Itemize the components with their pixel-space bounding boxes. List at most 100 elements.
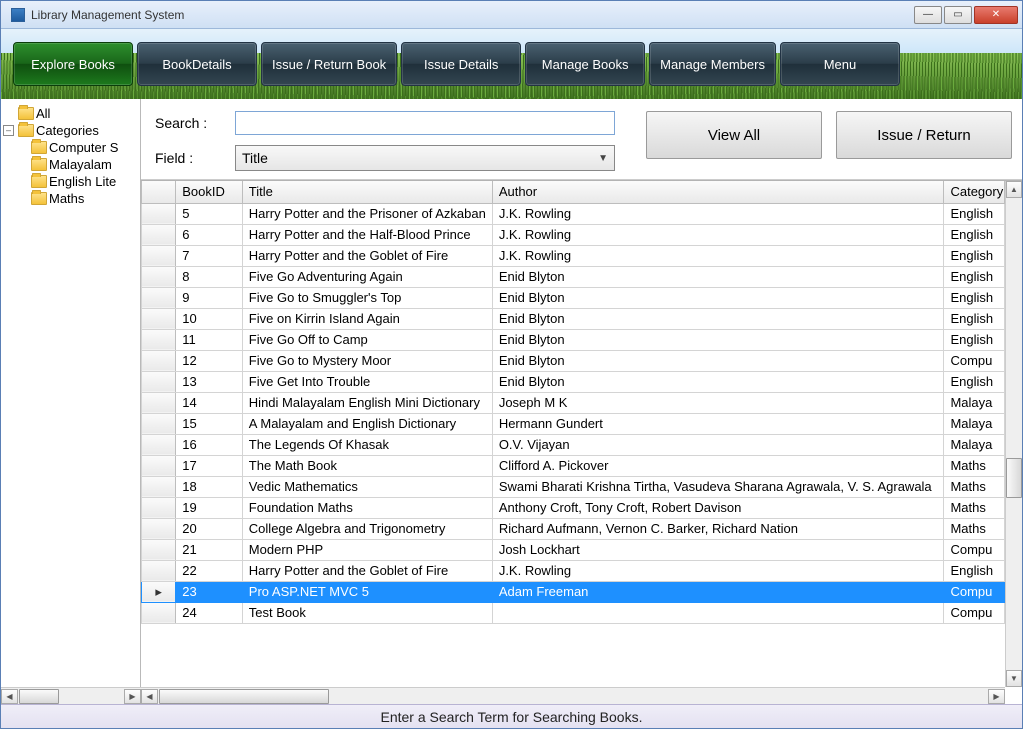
table-row[interactable]: 13Five Get Into TroubleEnid BlytonEnglis… bbox=[142, 371, 1005, 392]
cell-author: Enid Blyton bbox=[492, 371, 944, 392]
nav-menu[interactable]: Menu bbox=[780, 42, 900, 86]
column-header[interactable]: Category bbox=[944, 181, 1005, 203]
cell-title: A Malayalam and English Dictionary bbox=[242, 413, 492, 434]
table-row[interactable]: 9Five Go to Smuggler's TopEnid BlytonEng… bbox=[142, 287, 1005, 308]
table-row[interactable]: 20College Algebra and TrigonometryRichar… bbox=[142, 518, 1005, 539]
search-panel: Search : Field : Title ▼ View All Issue … bbox=[141, 99, 1022, 180]
cell-title: Five Go to Mystery Moor bbox=[242, 350, 492, 371]
view-all-button[interactable]: View All bbox=[646, 111, 822, 159]
cell-author: Joseph M K bbox=[492, 392, 944, 413]
cell-category: English bbox=[944, 560, 1005, 581]
cell-category: English bbox=[944, 266, 1005, 287]
table-row[interactable]: 12Five Go to Mystery MoorEnid BlytonComp… bbox=[142, 350, 1005, 371]
cell-category: English bbox=[944, 224, 1005, 245]
cell-category: Compu bbox=[944, 539, 1005, 560]
nav-issue-details[interactable]: Issue Details bbox=[401, 42, 521, 86]
table-row[interactable]: 7Harry Potter and the Goblet of FireJ.K.… bbox=[142, 245, 1005, 266]
tree-item[interactable]: Malayalam bbox=[3, 156, 138, 173]
scroll-right-icon[interactable]: ▶ bbox=[124, 689, 141, 704]
close-button[interactable]: ✕ bbox=[974, 6, 1018, 24]
table-row[interactable]: 24Test BookCompu bbox=[142, 602, 1005, 623]
scroll-down-icon[interactable]: ▼ bbox=[1006, 670, 1022, 687]
scroll-up-icon[interactable]: ▲ bbox=[1006, 181, 1022, 198]
scroll-left-icon[interactable]: ◀ bbox=[141, 689, 158, 704]
tree-item[interactable]: Computer S bbox=[3, 139, 138, 156]
titlebar: Library Management System — ▭ ✕ bbox=[1, 1, 1022, 29]
column-header[interactable]: Title bbox=[242, 181, 492, 203]
cell-bookid: 8 bbox=[176, 266, 243, 287]
cell-author: O.V. Vijayan bbox=[492, 434, 944, 455]
tree-label: Categories bbox=[36, 123, 99, 138]
grid-hscrollbar[interactable]: ◀ ▶ bbox=[141, 687, 1005, 704]
scroll-thumb[interactable] bbox=[159, 689, 329, 704]
scroll-right-icon[interactable]: ▶ bbox=[988, 689, 1005, 704]
cell-category: Compu bbox=[944, 350, 1005, 371]
row-header bbox=[142, 245, 176, 266]
tree-item[interactable]: English Lite bbox=[3, 173, 138, 190]
tree-item-all[interactable]: All bbox=[3, 105, 138, 122]
folder-icon bbox=[31, 175, 47, 188]
cell-title: Five Go to Smuggler's Top bbox=[242, 287, 492, 308]
table-row[interactable]: 19Foundation MathsAnthony Croft, Tony Cr… bbox=[142, 497, 1005, 518]
row-header bbox=[142, 497, 176, 518]
scroll-thumb[interactable] bbox=[19, 689, 59, 704]
table-row[interactable]: 22Harry Potter and the Goblet of FireJ.K… bbox=[142, 560, 1005, 581]
cell-title: Five Go Off to Camp bbox=[242, 329, 492, 350]
nav-manage-members[interactable]: Manage Members bbox=[649, 42, 776, 86]
cell-title: Foundation Maths bbox=[242, 497, 492, 518]
window-title: Library Management System bbox=[31, 8, 914, 22]
table-row[interactable]: 6Harry Potter and the Half-Blood PrinceJ… bbox=[142, 224, 1005, 245]
table-row[interactable]: 10Five on Kirrin Island AgainEnid Blyton… bbox=[142, 308, 1005, 329]
cell-title: Pro ASP.NET MVC 5 bbox=[242, 581, 492, 602]
cell-author: J.K. Rowling bbox=[492, 560, 944, 581]
table-row[interactable]: 15A Malayalam and English DictionaryHerm… bbox=[142, 413, 1005, 434]
search-input[interactable] bbox=[235, 111, 615, 135]
table-row[interactable]: 11Five Go Off to CampEnid BlytonEnglish bbox=[142, 329, 1005, 350]
collapse-icon[interactable]: – bbox=[3, 125, 14, 136]
grid-vscrollbar[interactable]: ▲ ▼ bbox=[1005, 181, 1022, 687]
cell-author: Enid Blyton bbox=[492, 287, 944, 308]
scroll-thumb[interactable] bbox=[1006, 458, 1022, 498]
column-header[interactable]: BookID bbox=[176, 181, 243, 203]
table-row[interactable]: 17The Math BookClifford A. PickoverMaths bbox=[142, 455, 1005, 476]
cell-bookid: 5 bbox=[176, 203, 243, 224]
cell-bookid: 10 bbox=[176, 308, 243, 329]
tree-item-categories[interactable]: – Categories bbox=[3, 122, 138, 139]
column-header[interactable]: Author bbox=[492, 181, 944, 203]
row-header bbox=[142, 392, 176, 413]
nav-issue-return-book[interactable]: Issue / Return Book bbox=[261, 42, 397, 86]
cell-category: Compu bbox=[944, 581, 1005, 602]
table-row[interactable]: 21Modern PHPJosh LockhartCompu bbox=[142, 539, 1005, 560]
nav-explore-books[interactable]: Explore Books bbox=[13, 42, 133, 86]
issue-return-button[interactable]: Issue / Return bbox=[836, 111, 1012, 159]
minimize-button[interactable]: — bbox=[914, 6, 942, 24]
nav-manage-books[interactable]: Manage Books bbox=[525, 42, 645, 86]
cell-author: Enid Blyton bbox=[492, 266, 944, 287]
cell-title: Harry Potter and the Prisoner of Azkaban bbox=[242, 203, 492, 224]
status-text: Enter a Search Term for Searching Books. bbox=[381, 709, 643, 725]
table-row[interactable]: 18Vedic MathematicsSwami Bharati Krishna… bbox=[142, 476, 1005, 497]
row-header bbox=[142, 287, 176, 308]
maximize-button[interactable]: ▭ bbox=[944, 6, 972, 24]
table-row[interactable]: 16The Legends Of KhasakO.V. VijayanMalay… bbox=[142, 434, 1005, 455]
cell-title: Modern PHP bbox=[242, 539, 492, 560]
cell-author: Enid Blyton bbox=[492, 329, 944, 350]
cell-title: Hindi Malayalam English Mini Dictionary bbox=[242, 392, 492, 413]
folder-icon bbox=[31, 158, 47, 171]
table-row[interactable]: 8Five Go Adventuring AgainEnid BlytonEng… bbox=[142, 266, 1005, 287]
folder-icon bbox=[18, 107, 34, 120]
field-combobox[interactable]: Title ▼ bbox=[235, 145, 615, 171]
tree-label: Computer S bbox=[49, 140, 118, 155]
cell-title: Test Book bbox=[242, 602, 492, 623]
nav-bookdetails[interactable]: BookDetails bbox=[137, 42, 257, 86]
table-row[interactable]: ▸23Pro ASP.NET MVC 5Adam FreemanCompu bbox=[142, 581, 1005, 602]
table-row[interactable]: 5Harry Potter and the Prisoner of Azkaba… bbox=[142, 203, 1005, 224]
cell-author: Josh Lockhart bbox=[492, 539, 944, 560]
row-header bbox=[142, 476, 176, 497]
tree-label: English Lite bbox=[49, 174, 116, 189]
sidebar-hscrollbar[interactable]: ◀ ▶ bbox=[1, 687, 141, 704]
field-value: Title bbox=[242, 150, 268, 166]
scroll-left-icon[interactable]: ◀ bbox=[1, 689, 18, 704]
tree-item[interactable]: Maths bbox=[3, 190, 138, 207]
table-row[interactable]: 14Hindi Malayalam English Mini Dictionar… bbox=[142, 392, 1005, 413]
